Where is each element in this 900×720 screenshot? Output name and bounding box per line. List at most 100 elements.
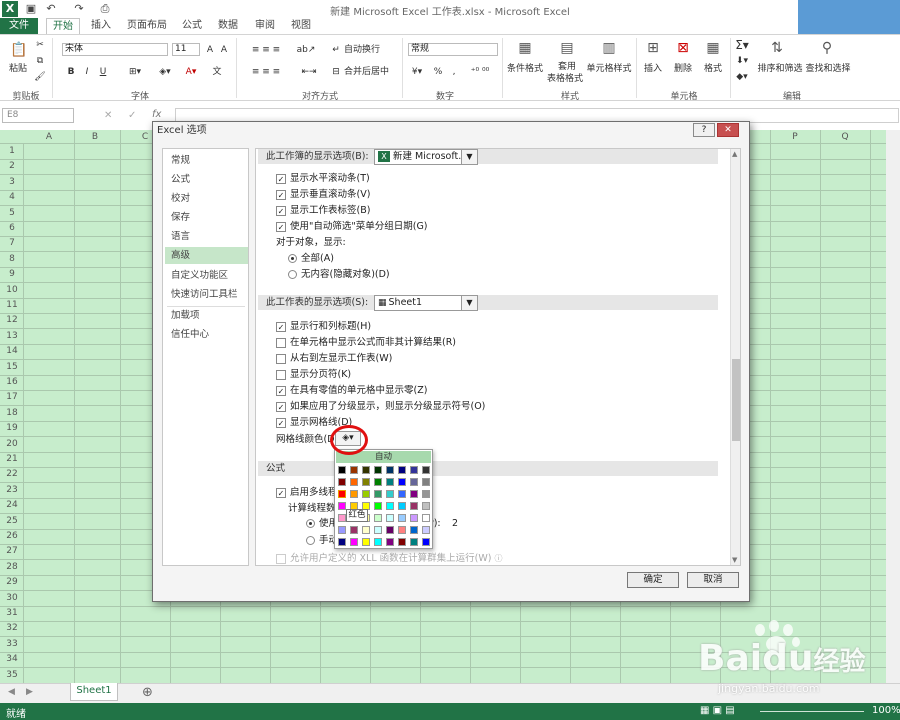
row-header[interactable]: 15 [0,360,24,375]
comma-button[interactable]: , [448,65,460,79]
insert-function-icon[interactable]: fx [152,109,161,120]
color-swatch[interactable] [350,526,358,534]
tab-file[interactable]: 文件 [0,18,38,34]
row-header[interactable]: 7 [0,236,24,251]
color-swatch[interactable] [374,514,382,522]
scroll-left-icon[interactable]: ◀ [8,687,15,697]
row-header[interactable]: 34 [0,652,24,667]
color-swatch[interactable] [338,466,346,474]
nav-proofing[interactable]: 校对 [165,190,248,207]
find-select-button[interactable]: 查找和选择 [804,62,852,76]
scroll-up-icon[interactable]: ▲ [732,150,737,158]
option-outline-symbols[interactable]: ✓ 如果应用了分级显示，则显示分级显示符号(O) [276,399,485,414]
color-swatch[interactable] [422,490,430,498]
font-size-select[interactable]: 11 [172,43,200,56]
row-header[interactable]: 30 [0,591,24,606]
radio-hide-objects[interactable]: 无内容(隐藏对象)(D) [288,267,390,282]
shrink-font-icon[interactable]: A [218,43,230,57]
color-swatch[interactable] [386,514,394,522]
column-header[interactable]: Q [820,130,870,144]
option-h-scroll[interactable]: ✓ 显示水平滚动条(T) [276,171,370,186]
bold-button[interactable]: B [64,65,78,79]
checkbox-icon[interactable] [276,337,286,348]
radio-icon[interactable] [306,519,315,528]
checkbox-icon[interactable]: ✓ [276,173,286,184]
row-header[interactable]: 23 [0,483,24,498]
row-header[interactable]: 3 [0,175,24,190]
row-header[interactable]: 27 [0,544,24,559]
tab-review[interactable]: 审阅 [250,18,280,34]
color-swatch[interactable] [362,526,370,534]
font-name-select[interactable]: 宋体 [62,43,168,56]
color-swatch[interactable] [386,466,394,474]
color-swatch[interactable] [410,514,418,522]
orientation-icon[interactable]: ab↗ [294,43,318,57]
sort-filter-button[interactable]: 排序和筛选 [756,62,804,76]
row-header[interactable]: 29 [0,575,24,590]
nav-addins[interactable]: 加载项 [165,307,248,324]
color-swatch[interactable] [410,490,418,498]
color-swatch[interactable] [374,466,382,474]
row-header[interactable]: 1 [0,144,24,159]
color-swatch[interactable] [362,538,370,546]
color-swatch[interactable] [422,526,430,534]
color-swatch[interactable] [410,526,418,534]
row-header[interactable]: 31 [0,606,24,621]
radio-icon[interactable] [288,254,297,263]
currency-icon[interactable]: ¥▾ [408,65,426,79]
row-header[interactable]: 4 [0,190,24,205]
tab-home[interactable]: 开始 [46,18,80,34]
checkbox-icon[interactable]: ✓ [276,221,286,232]
scroll-right-icon[interactable]: ▶ [26,687,33,697]
grow-font-icon[interactable]: A [204,43,216,57]
color-swatch[interactable] [422,514,430,522]
zoom-slider[interactable] [760,711,864,712]
color-swatch[interactable] [338,538,346,546]
conditional-format-icon[interactable]: ▦ [512,40,538,60]
color-swatch[interactable] [362,490,370,498]
color-swatch[interactable] [398,478,406,486]
nav-trust-center[interactable]: 信任中心 [165,326,248,343]
conditional-format-button[interactable]: 条件格式 [504,62,546,76]
color-swatch[interactable] [422,502,430,510]
row-header[interactable]: 12 [0,313,24,328]
chevron-down-icon[interactable]: ▼ [461,150,477,164]
row-header[interactable]: 25 [0,514,24,529]
row-header[interactable]: 26 [0,529,24,544]
column-header[interactable]: P [770,130,820,144]
wrap-text-button[interactable]: 自动换行 [344,43,384,57]
color-swatch[interactable] [386,478,394,486]
scroll-thumb[interactable] [732,359,740,441]
checkbox-icon[interactable]: ✓ [276,321,286,332]
row-header[interactable]: 2 [0,159,24,174]
radio-icon[interactable] [306,536,315,545]
checkbox-icon[interactable]: ✓ [276,189,286,200]
row-header[interactable]: 32 [0,621,24,636]
color-swatch[interactable] [398,466,406,474]
color-swatch[interactable] [410,502,418,510]
color-swatch[interactable] [362,478,370,486]
checkbox-icon[interactable]: ✓ [276,205,286,216]
column-header[interactable]: B [70,130,120,144]
color-swatch[interactable] [398,502,406,510]
row-header[interactable]: 20 [0,437,24,452]
checkbox-icon[interactable]: ✓ [276,401,286,412]
workbook-select[interactable]: X 新建 Microsoft... ▼ [374,149,478,165]
wrap-text-icon[interactable]: ↵ [330,43,342,57]
cell-style-icon[interactable]: ▥ [596,40,622,60]
insert-cells-button[interactable]: 插入 [640,62,666,76]
color-swatch[interactable] [350,538,358,546]
format-cells-icon[interactable]: ▦ [700,40,726,60]
percent-button[interactable]: % [432,65,444,79]
row-header[interactable]: 28 [0,560,24,575]
tab-page-layout[interactable]: 页面布局 [122,18,172,34]
new-sheet-icon[interactable]: ⊕ [142,685,153,700]
checkbox-icon[interactable]: ✓ [276,417,286,428]
option-v-scroll[interactable]: ✓ 显示垂直滚动条(V) [276,187,370,202]
cell-style-button[interactable]: 单元格样式 [586,62,632,76]
nav-general[interactable]: 常规 [165,152,248,169]
row-header[interactable]: 33 [0,637,24,652]
border-icon[interactable]: ⊞▾ [124,65,146,79]
sheet-tab-sheet1[interactable]: Sheet1 [70,683,118,701]
color-swatch[interactable] [338,502,346,510]
